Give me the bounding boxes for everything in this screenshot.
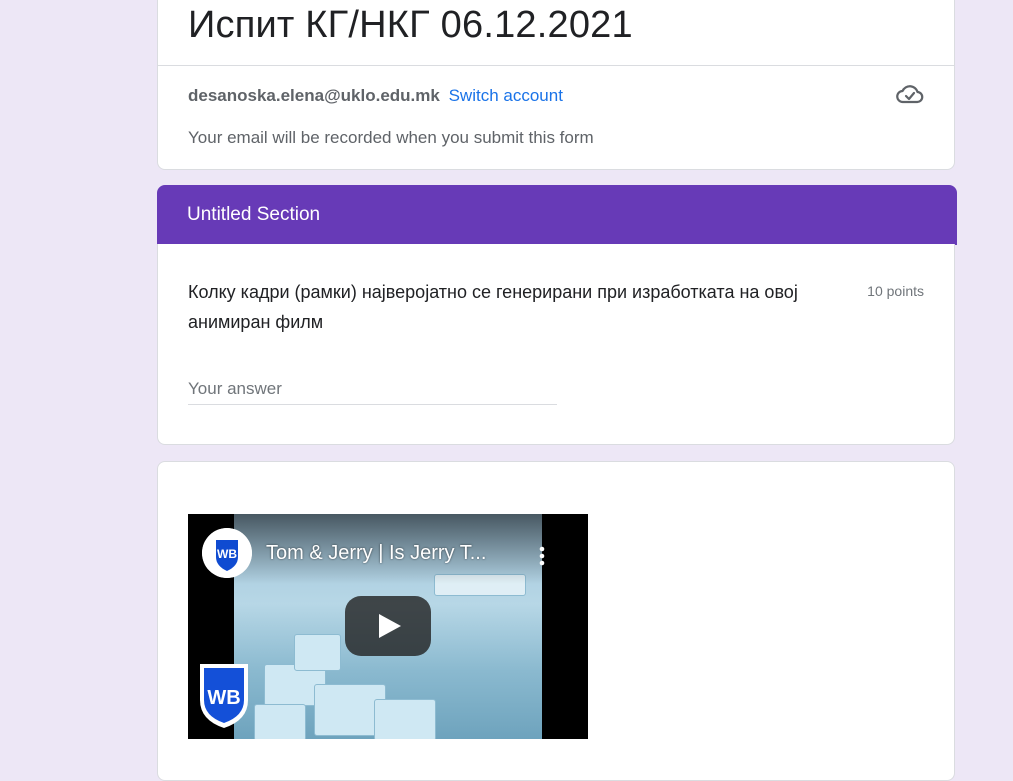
channel-avatar-icon[interactable]: WB [202, 528, 252, 578]
wb-logo: WB [200, 664, 248, 728]
answer-input[interactable] [188, 374, 557, 405]
video-title[interactable]: Tom & Jerry | Is Jerry T... [266, 542, 486, 565]
svg-text:WB: WB [217, 547, 237, 561]
play-icon [379, 614, 401, 638]
section-header: Untitled Section [157, 185, 957, 245]
question-points: 10 points [867, 283, 924, 299]
svg-text:WB: WB [207, 687, 240, 709]
form-title: Испит КГ/НКГ 06.12.2021 [188, 4, 633, 46]
section-title: Untitled Section [187, 204, 321, 225]
play-button[interactable] [345, 596, 431, 656]
cloud-check-icon[interactable] [896, 82, 924, 108]
question-card: Колку кадри (рамки) најверојатно се гене… [157, 244, 955, 445]
account-row: desanoska.elena@uklo.edu.mk Switch accou… [188, 85, 563, 107]
email-record-note: Your email will be recorded when you sub… [188, 128, 594, 147]
form-header-card: Испит КГ/НКГ 06.12.2021 desanoska.elena@… [157, 0, 955, 170]
switch-account-link[interactable]: Switch account [449, 86, 563, 105]
more-vert-icon[interactable] [532, 544, 552, 568]
header-divider [158, 65, 954, 66]
video-player[interactable]: WB Tom & Jerry | Is Jerry T... WB [188, 514, 588, 739]
video-card: WB Tom & Jerry | Is Jerry T... WB [157, 461, 955, 781]
account-email: desanoska.elena@uklo.edu.mk [188, 86, 440, 105]
question-text: Колку кадри (рамки) најверојатно се гене… [188, 282, 798, 332]
